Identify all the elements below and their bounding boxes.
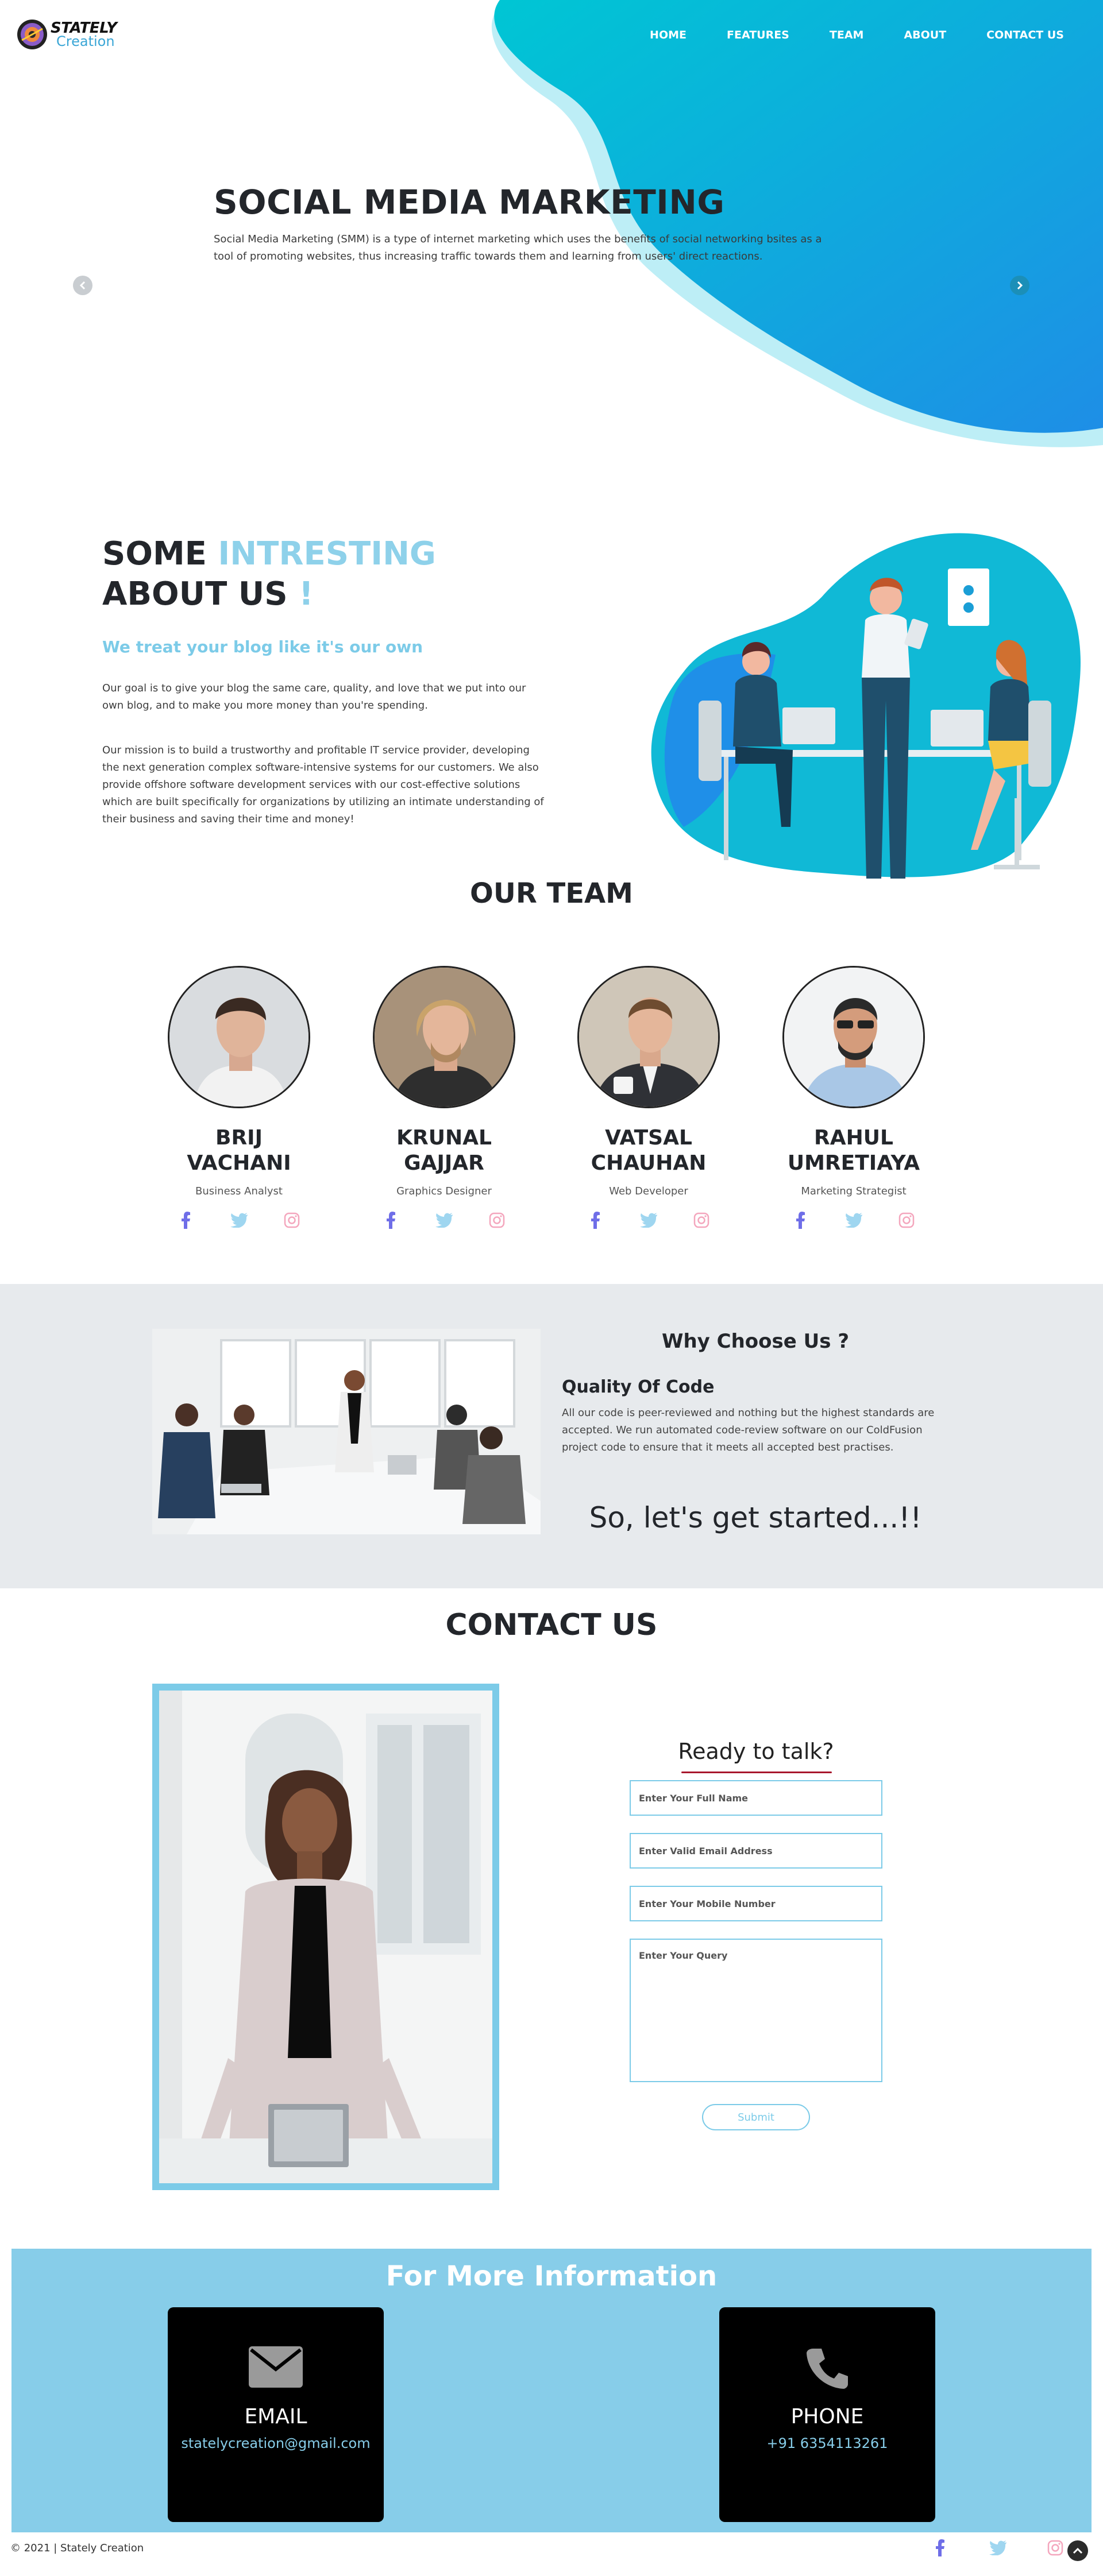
info-section: For More Information EMAIL statelycreati…	[11, 2249, 1092, 2532]
nav-about[interactable]: ABOUT	[904, 29, 946, 41]
facebook-icon[interactable]	[382, 1211, 400, 1229]
why-choose-section: Why Choose Us ? Quality Of Code All our …	[0, 1284, 1103, 1588]
info-title: For More Information	[385, 2260, 718, 2292]
carousel-prev-button[interactable]	[73, 276, 92, 295]
facebook-icon[interactable]	[931, 2538, 950, 2558]
member-name: BRIJ VACHANI	[187, 1126, 291, 1175]
about-subtitle: We treat your blog like it's our own	[102, 637, 423, 656]
twitter-icon[interactable]	[988, 2538, 1008, 2558]
email-label: EMAIL	[244, 2405, 307, 2428]
member-avatar	[577, 966, 720, 1108]
phone-card[interactable]: PHONE +91 6354113261	[719, 2307, 935, 2522]
scroll-to-top-button[interactable]	[1067, 2540, 1088, 2561]
hero-background-blob	[491, 0, 1103, 447]
submit-button[interactable]: Submit	[702, 2104, 810, 2130]
instagram-icon[interactable]	[283, 1211, 301, 1229]
contact-woman-photo	[152, 1684, 499, 2190]
email-field[interactable]: Enter Valid Email Address	[630, 1833, 882, 1869]
team-member-card: BRIJ VACHANI Business Analyst	[164, 966, 314, 1229]
member-photo	[169, 968, 308, 1107]
hero-section: STATELY Creation HOME FEATURES TEAM ABOU…	[0, 0, 1103, 454]
member-role: Business Analyst	[195, 1185, 283, 1197]
nav-contact[interactable]: CONTACT US	[986, 29, 1064, 41]
contact-title: CONTACT US	[445, 1608, 658, 1642]
member-avatar	[373, 966, 515, 1108]
team-title: OUR TEAM	[470, 877, 633, 910]
instagram-icon[interactable]	[897, 1211, 916, 1229]
member-avatar	[168, 966, 310, 1108]
member-socials	[164, 1211, 314, 1229]
phone-icon	[719, 2346, 935, 2393]
why-title: Why Choose Us ?	[661, 1330, 850, 1353]
envelope-icon	[168, 2346, 384, 2393]
facebook-icon[interactable]	[177, 1211, 195, 1229]
team-meeting-illustration	[651, 533, 1081, 879]
email-card[interactable]: EMAIL statelycreation@gmail.com	[168, 2307, 384, 2522]
facebook-icon[interactable]	[792, 1211, 810, 1229]
main-nav: HOME FEATURES TEAM ABOUT CONTACT US	[610, 29, 1064, 41]
twitter-icon[interactable]	[639, 1211, 658, 1229]
phone-value[interactable]: +91 6354113261	[719, 2435, 935, 2451]
member-socials	[779, 1211, 928, 1229]
phone-label: PHONE	[790, 2405, 864, 2428]
member-photo	[784, 968, 923, 1107]
logo-disc-icon	[17, 20, 47, 49]
email-value[interactable]: statelycreation@gmail.com	[168, 2435, 384, 2451]
member-socials	[369, 1211, 519, 1229]
member-photo	[375, 968, 514, 1107]
form-title-underline	[681, 1772, 832, 1773]
team-member-card: RAHUL UMRETIAYA Marketing Strategist	[779, 966, 928, 1229]
instagram-icon[interactable]	[692, 1211, 711, 1229]
brand-name-bottom: Creation	[56, 33, 115, 49]
instagram-icon[interactable]	[488, 1211, 506, 1229]
member-role: Graphics Designer	[396, 1185, 492, 1197]
full-name-field[interactable]: Enter Your Full Name	[630, 1780, 882, 1816]
member-name: RAHUL UMRETIAYA	[787, 1126, 920, 1175]
nav-home[interactable]: HOME	[650, 29, 687, 41]
instagram-icon[interactable]	[1046, 2538, 1065, 2558]
chevron-left-icon	[79, 281, 86, 290]
nav-team[interactable]: TEAM	[830, 29, 864, 41]
hero-title: SOCIAL MEDIA MARKETING	[214, 183, 725, 222]
mobile-field[interactable]: Enter Your Mobile Number	[630, 1886, 882, 1921]
member-avatar	[782, 966, 925, 1108]
twitter-icon[interactable]	[230, 1211, 248, 1229]
about-title-mark: !	[299, 575, 314, 613]
team-member-card: KRUNAL GAJJAR Graphics Designer	[369, 966, 519, 1229]
about-paragraph-1: Our goal is to give your blog the same c…	[102, 682, 526, 711]
office-meeting-photo	[152, 1329, 541, 1534]
query-textarea[interactable]: Enter Your Query	[630, 1939, 882, 2082]
twitter-icon[interactable]	[844, 1211, 863, 1229]
facebook-icon[interactable]	[587, 1211, 605, 1229]
member-name: KRUNAL GAJJAR	[396, 1126, 492, 1175]
why-text: All our code is peer-reviewed and nothin…	[562, 1407, 935, 1453]
chevron-up-icon	[1073, 2547, 1083, 2554]
member-role: Marketing Strategist	[801, 1185, 907, 1197]
brand-logo[interactable]: STATELY Creation	[16, 18, 117, 51]
about-title: SOME INTRESTING ABOUT US !	[102, 534, 539, 614]
member-socials	[574, 1211, 723, 1229]
about-paragraph-2: Our mission is to build a trustworthy an…	[102, 744, 544, 825]
form-title: Ready to talk?	[678, 1739, 834, 1764]
member-photo	[579, 968, 718, 1107]
why-subtitle: Quality Of Code	[562, 1377, 715, 1397]
why-cta: So, let's get started...!!	[589, 1501, 922, 1534]
hero-text: Social Media Marketing (SMM) is a type o…	[214, 233, 822, 262]
chevron-right-icon	[1017, 281, 1023, 290]
member-name: VATSAL CHAUHAN	[591, 1126, 707, 1175]
carousel-next-button[interactable]	[1010, 276, 1029, 295]
nav-features[interactable]: FEATURES	[727, 29, 789, 41]
footer-copyright: © 2021 | Stately Creation	[10, 2542, 144, 2554]
about-title-part1: SOME	[102, 535, 218, 573]
team-member-card: VATSAL CHAUHAN Web Developer	[574, 966, 723, 1229]
twitter-icon[interactable]	[435, 1211, 453, 1229]
about-title-highlight: INTRESTING	[218, 535, 436, 573]
member-role: Web Developer	[609, 1185, 688, 1197]
about-title-part2: ABOUT US	[102, 575, 299, 613]
